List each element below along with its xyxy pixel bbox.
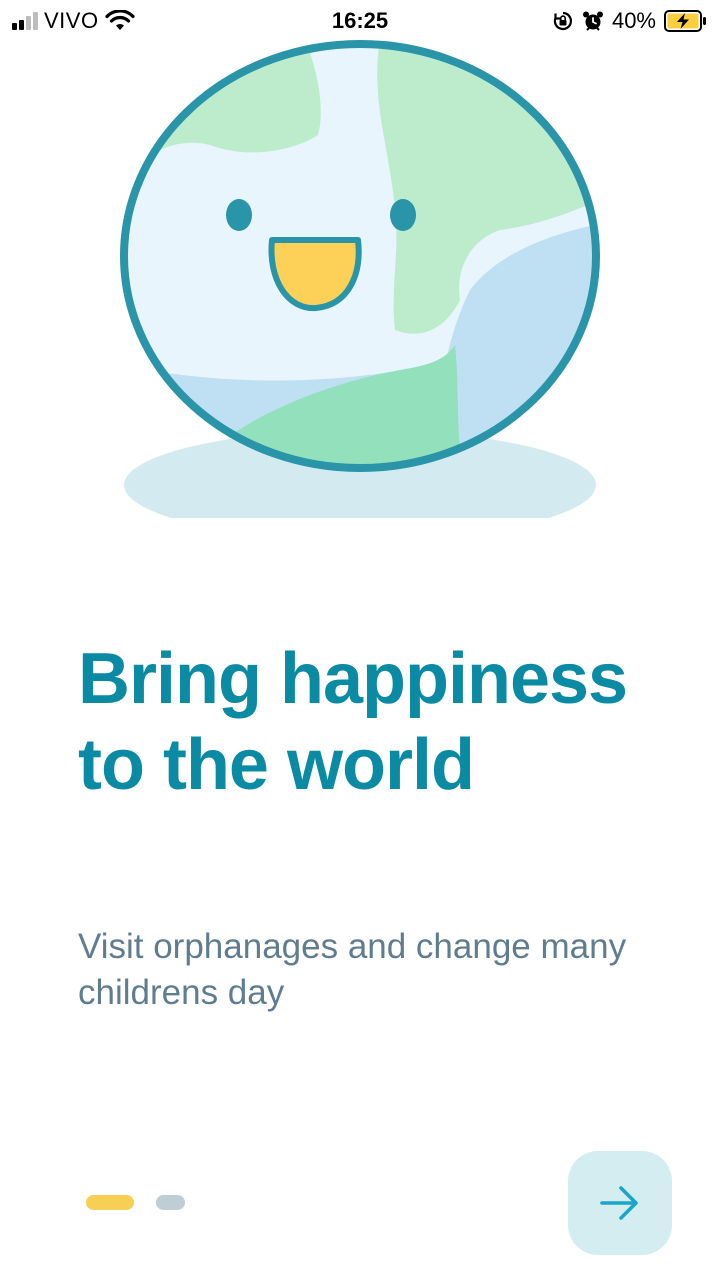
left-eye xyxy=(226,199,252,231)
page-indicator xyxy=(86,1195,185,1210)
battery-charging-icon xyxy=(664,10,706,32)
onboarding-headline: Bring happiness to the world xyxy=(78,639,628,805)
next-button[interactable] xyxy=(568,1151,672,1255)
alarm-icon xyxy=(582,11,603,31)
globe-illustration xyxy=(0,40,720,520)
arrow-right-icon xyxy=(600,1186,638,1220)
onboarding-screen: VIVO 16:25 40% Bring happiness to the wo… xyxy=(0,0,720,1280)
status-right: 40% xyxy=(552,8,708,34)
page-dot-active xyxy=(86,1195,134,1210)
onboarding-subtitle: Visit orphanages and change many childre… xyxy=(78,927,627,1012)
right-eye xyxy=(390,199,416,231)
status-bar: VIVO 16:25 40% xyxy=(0,0,720,40)
orientation-lock-icon xyxy=(553,11,572,31)
page-dot[interactable] xyxy=(156,1195,185,1210)
battery-percent: 40% xyxy=(611,8,656,33)
